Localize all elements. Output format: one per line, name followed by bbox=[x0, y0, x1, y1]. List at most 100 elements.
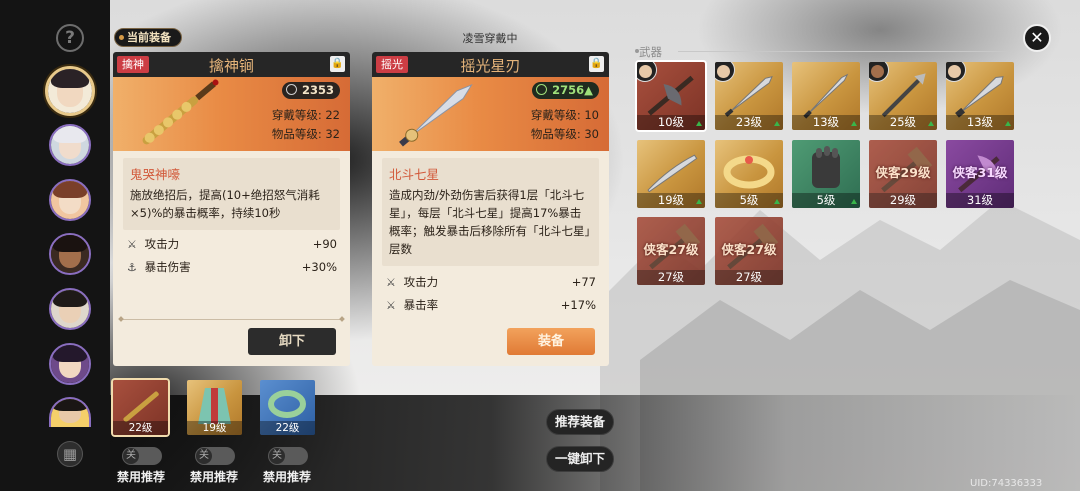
stat-value: +30% bbox=[301, 260, 337, 274]
upgrade-arrow-icon bbox=[774, 199, 780, 204]
weapon-slot[interactable]: 13级 bbox=[792, 62, 860, 130]
slot-level: 22级 bbox=[113, 421, 168, 435]
weapon-slot[interactable]: 侠客31级 31级 bbox=[946, 140, 1014, 208]
help-icon[interactable]: ? bbox=[56, 24, 84, 52]
lock-icon[interactable]: 🔒 bbox=[330, 56, 345, 72]
character-avatar-7[interactable] bbox=[49, 397, 91, 427]
weapon-slot[interactable]: 5级 bbox=[792, 140, 860, 208]
weapon-level: 29级 bbox=[869, 193, 937, 208]
stat-label: 暴击率 bbox=[403, 298, 439, 312]
character-avatar-1[interactable] bbox=[45, 66, 95, 116]
stat-row-crit-damage: ⚓ 暴击伤害 +30% bbox=[127, 258, 337, 276]
equipped-accessory-slot[interactable]: 22级 bbox=[260, 380, 315, 435]
weapon-level: 23级 bbox=[715, 115, 783, 130]
upgrade-arrow-icon bbox=[851, 121, 857, 126]
weapon-slot[interactable]: 19级 bbox=[637, 140, 705, 208]
power-score: 2756▲ bbox=[532, 82, 599, 99]
stat-label: 攻击力 bbox=[403, 275, 439, 289]
double-blade-icon: ⚔ bbox=[386, 299, 396, 312]
upgrade-arrow-icon bbox=[696, 199, 702, 204]
item-banner: 2756▲ 穿戴等级: 10 物品等级: 30 bbox=[372, 77, 609, 151]
weapon-slot[interactable]: 13级 bbox=[946, 62, 1014, 130]
power-score-value: 2756 bbox=[552, 83, 585, 97]
item-level: 物品等级: 30 bbox=[530, 127, 599, 141]
score-up-icon: ▲ bbox=[584, 83, 593, 97]
uid-label: UID:74336333 bbox=[970, 478, 1043, 489]
skill-title: 鬼哭神嚎 bbox=[130, 167, 181, 182]
card-header: 擒神 擒神锏 🔒 bbox=[113, 52, 350, 77]
weapon-level: 31级 bbox=[946, 193, 1014, 208]
recommend-equip-button[interactable]: 推荐装备 bbox=[546, 409, 614, 435]
weapon-level: 5级 bbox=[715, 193, 783, 208]
upgrade-arrow-icon bbox=[928, 121, 934, 126]
weapon-slot[interactable]: 25级 bbox=[869, 62, 937, 130]
toggle-label: 禁用推荐 bbox=[190, 470, 239, 484]
weapon-level: 13级 bbox=[792, 115, 860, 130]
weapon-level: 10级 bbox=[637, 115, 705, 130]
unequip-all-button[interactable]: 一键卸下 bbox=[546, 446, 614, 472]
weapon-slot[interactable]: 侠客27级 27级 bbox=[637, 217, 705, 285]
weapon-slot[interactable]: 侠客29级 29级 bbox=[869, 140, 937, 208]
toggle-state: 关 bbox=[269, 448, 285, 464]
weapons-section-label: 武器 bbox=[635, 45, 662, 59]
stat-value: +90 bbox=[312, 237, 337, 251]
weapon-slot[interactable]: 23级 bbox=[715, 62, 783, 130]
upgrade-arrow-icon bbox=[1005, 121, 1011, 126]
upgrade-arrow-icon bbox=[851, 199, 857, 204]
stat-row-attack: ⚔ 攻击力 +77 bbox=[386, 273, 596, 291]
mace-weapon-icon bbox=[142, 79, 219, 145]
character-avatar-5[interactable] bbox=[49, 288, 91, 330]
weapon-level: 5级 bbox=[792, 193, 860, 208]
power-score: 2353 bbox=[281, 82, 340, 99]
equipped-armor-slot[interactable]: 19级 bbox=[187, 380, 242, 435]
current-equipment-card: 擒神 擒神锏 🔒 2353 穿戴等级: 22 物品等级: 32 鬼哭神嚎 施放绝… bbox=[113, 52, 350, 366]
equipped-weapon-slot[interactable]: 22级 bbox=[113, 380, 168, 435]
weapon-slot[interactable]: 侠客27级 27级 bbox=[715, 217, 783, 285]
card-header: 摇光 摇光星刃 🔒 bbox=[372, 52, 609, 77]
weapon-slot[interactable]: 10级 bbox=[637, 62, 705, 130]
grid-menu-icon[interactable]: ▦ bbox=[57, 441, 83, 467]
disable-recommend-toggle[interactable]: 关 bbox=[268, 447, 308, 465]
weapon-level: 13级 bbox=[946, 115, 1014, 130]
equipped-by-label: 凌雪穿戴中 bbox=[462, 32, 518, 45]
toggle-state: 关 bbox=[196, 448, 212, 464]
toggle-label: 禁用推荐 bbox=[117, 470, 166, 484]
upgrade-arrow-icon bbox=[696, 121, 702, 126]
stat-label: 暴击伤害 bbox=[144, 260, 191, 274]
close-icon[interactable]: ✕ bbox=[1023, 24, 1051, 52]
equip-button[interactable]: 装备 bbox=[507, 328, 595, 355]
weapon-slot[interactable]: 5级 bbox=[715, 140, 783, 208]
required-level-overlay: 侠客29级 bbox=[875, 165, 931, 180]
stat-row-crit-rate: ⚔ 暴击率 +17% bbox=[386, 296, 596, 314]
divider bbox=[121, 319, 342, 320]
skill-title: 北斗七星 bbox=[389, 167, 440, 182]
disable-recommend-toggle[interactable]: 关 bbox=[122, 447, 162, 465]
sword-icon: ⚔ bbox=[127, 238, 137, 251]
weapon-level: 19级 bbox=[637, 193, 705, 208]
character-avatar-3[interactable] bbox=[49, 179, 91, 221]
stat-value: +77 bbox=[571, 275, 596, 289]
wear-level: 穿戴等级: 22 bbox=[271, 108, 340, 122]
item-level: 物品等级: 32 bbox=[271, 127, 340, 141]
item-banner: 2353 穿戴等级: 22 物品等级: 32 bbox=[113, 77, 350, 151]
item-name: 摇光星刃 bbox=[460, 57, 521, 75]
stat-label: 攻击力 bbox=[144, 237, 180, 251]
lock-icon[interactable]: 🔒 bbox=[589, 56, 604, 72]
character-avatar-6[interactable] bbox=[49, 343, 91, 385]
unequip-button[interactable]: 卸下 bbox=[248, 328, 336, 355]
weapon-level: 27级 bbox=[715, 270, 783, 285]
current-equip-tag: 当前装备 bbox=[114, 28, 182, 47]
divider bbox=[678, 51, 1008, 52]
character-avatar-4[interactable] bbox=[49, 233, 91, 275]
stat-row-attack: ⚔ 攻击力 +90 bbox=[127, 235, 337, 253]
skill-description: 施放绝招后，提高(10+绝招怒气消耗×5)%的暴击概率，持续10秒 bbox=[130, 188, 320, 220]
weapon-level: 25级 bbox=[869, 115, 937, 130]
disable-recommend-toggle[interactable]: 关 bbox=[195, 447, 235, 465]
character-avatar-2[interactable] bbox=[49, 124, 91, 166]
sword-icon: ⚔ bbox=[386, 276, 396, 289]
stat-value: +17% bbox=[560, 298, 596, 312]
toggle-label: 禁用推荐 bbox=[263, 470, 312, 484]
anchor-icon: ⚓ bbox=[127, 261, 137, 274]
slot-level: 22级 bbox=[260, 421, 315, 435]
required-level-overlay: 侠客31级 bbox=[952, 165, 1008, 180]
